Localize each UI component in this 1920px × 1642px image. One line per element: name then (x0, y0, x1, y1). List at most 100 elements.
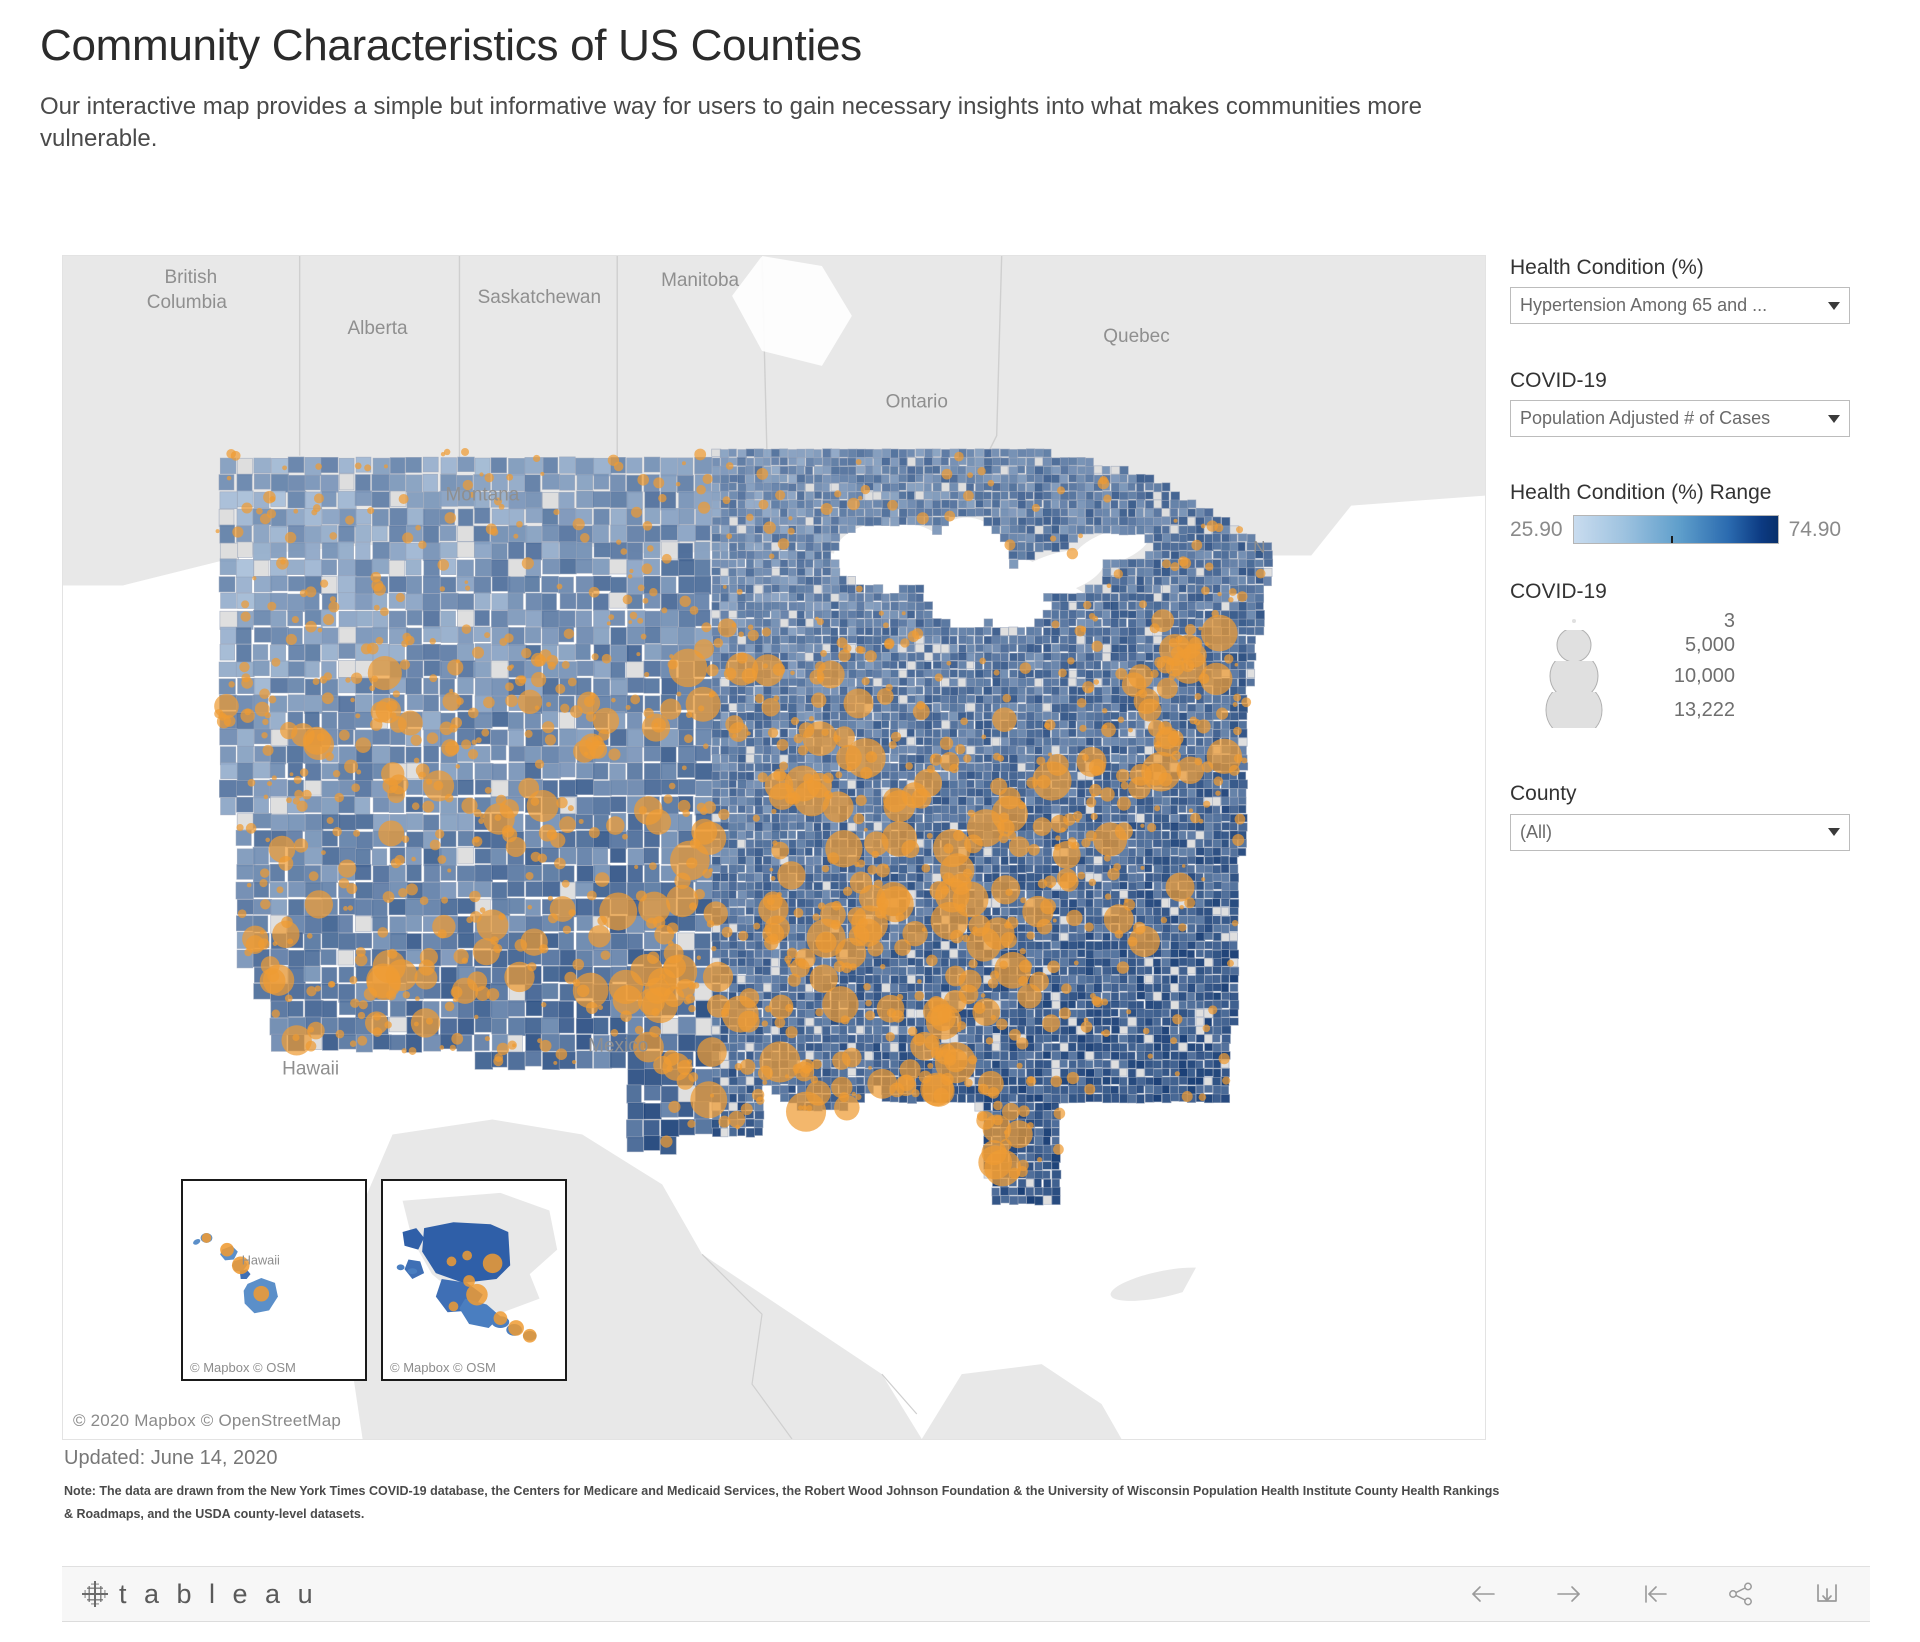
county-polygon[interactable] (915, 584, 925, 593)
county-polygon[interactable] (508, 745, 526, 762)
county-polygon[interactable] (287, 694, 305, 712)
county-polygon[interactable] (1221, 949, 1230, 958)
county-polygon[interactable] (805, 1009, 815, 1020)
county-polygon[interactable] (355, 694, 373, 714)
county-polygon[interactable] (983, 788, 992, 798)
county-polygon[interactable] (1186, 1000, 1196, 1010)
county-polygon[interactable] (1153, 983, 1162, 993)
county-polygon[interactable] (915, 949, 924, 958)
county-polygon[interactable] (1136, 516, 1146, 527)
county-polygon[interactable] (558, 1017, 575, 1034)
county-polygon[interactable] (1068, 966, 1079, 976)
county-polygon[interactable] (1144, 609, 1154, 620)
county-polygon[interactable] (389, 474, 406, 493)
county-polygon[interactable] (975, 499, 985, 508)
county-polygon[interactable] (872, 635, 882, 645)
county-polygon[interactable] (949, 678, 958, 687)
county-polygon[interactable] (1043, 525, 1052, 536)
county-polygon[interactable] (491, 1018, 507, 1035)
county-polygon[interactable] (779, 695, 789, 704)
county-polygon[interactable] (1246, 575, 1256, 585)
county-polygon[interactable] (1153, 915, 1163, 925)
county-polygon[interactable] (906, 601, 916, 611)
county-polygon[interactable] (975, 644, 985, 653)
county-polygon[interactable] (287, 456, 305, 473)
county-polygon[interactable] (677, 745, 697, 765)
county-polygon[interactable] (1068, 686, 1078, 696)
county-polygon[interactable] (1144, 1017, 1154, 1027)
county-polygon[interactable] (1229, 711, 1239, 721)
county-polygon[interactable] (236, 848, 256, 867)
county-polygon[interactable] (1009, 516, 1018, 527)
county-polygon[interactable] (1026, 474, 1035, 483)
county-polygon[interactable] (474, 541, 493, 559)
county-polygon[interactable] (923, 855, 934, 864)
county-polygon[interactable] (1110, 677, 1120, 687)
county-polygon[interactable] (728, 839, 738, 849)
county-polygon[interactable] (813, 1025, 822, 1035)
county-polygon[interactable] (889, 660, 898, 670)
county-polygon[interactable] (999, 627, 1009, 636)
county-polygon[interactable] (1204, 881, 1214, 891)
county-polygon[interactable] (728, 635, 738, 646)
county-polygon[interactable] (337, 491, 357, 509)
county-polygon[interactable] (1000, 525, 1010, 535)
county-polygon[interactable] (872, 1025, 883, 1036)
county-polygon[interactable] (796, 500, 806, 509)
county-polygon[interactable] (1187, 855, 1197, 865)
county-polygon[interactable] (805, 898, 816, 908)
county-polygon[interactable] (932, 660, 943, 670)
county-polygon[interactable] (1237, 652, 1248, 662)
county-polygon[interactable] (474, 609, 490, 627)
county-polygon[interactable] (1008, 992, 1018, 1001)
county-polygon[interactable] (754, 821, 764, 832)
county-polygon[interactable] (1161, 1026, 1170, 1035)
county-polygon[interactable] (1101, 609, 1111, 620)
county-polygon[interactable] (695, 780, 713, 797)
county-polygon[interactable] (440, 864, 457, 881)
county-polygon[interactable] (1135, 737, 1146, 746)
county-polygon[interactable] (1110, 694, 1121, 704)
county-polygon[interactable] (1212, 915, 1221, 925)
county-polygon[interactable] (1119, 592, 1129, 602)
county-polygon[interactable] (354, 915, 372, 932)
county-polygon[interactable] (856, 448, 866, 458)
county-polygon[interactable] (889, 703, 900, 712)
county-polygon[interactable] (856, 635, 866, 646)
county-polygon[interactable] (1178, 507, 1188, 518)
county-polygon[interactable] (1085, 491, 1094, 501)
county-polygon[interactable] (593, 1017, 609, 1035)
county-polygon[interactable] (881, 652, 891, 662)
county-polygon[interactable] (389, 457, 406, 474)
county-polygon[interactable] (923, 457, 934, 466)
county-polygon[interactable] (474, 507, 491, 524)
county-polygon[interactable] (609, 796, 627, 813)
county-polygon[interactable] (1178, 601, 1188, 611)
county-polygon[interactable] (1025, 881, 1036, 892)
county-polygon[interactable] (1051, 678, 1060, 687)
county-polygon[interactable] (729, 796, 738, 806)
county-polygon[interactable] (1034, 957, 1043, 967)
county-polygon[interactable] (975, 779, 985, 789)
county-polygon[interactable] (1144, 746, 1153, 756)
county-polygon[interactable] (355, 932, 373, 949)
county-polygon[interactable] (924, 618, 934, 628)
county-polygon[interactable] (932, 805, 943, 814)
county-polygon[interactable] (1060, 516, 1069, 526)
county-polygon[interactable] (728, 864, 739, 875)
county-polygon[interactable] (1068, 712, 1078, 722)
county-polygon[interactable] (1212, 873, 1223, 882)
county-polygon[interactable] (796, 643, 807, 653)
county-polygon[interactable] (1212, 813, 1222, 823)
county-polygon[interactable] (711, 746, 720, 756)
county-polygon[interactable] (1077, 711, 1087, 722)
county-polygon[interactable] (626, 661, 645, 679)
county-polygon[interactable] (1195, 703, 1205, 713)
county-polygon[interactable] (898, 873, 907, 882)
county-polygon[interactable] (576, 762, 595, 779)
county-polygon[interactable] (507, 592, 524, 611)
county-polygon[interactable] (1178, 610, 1188, 619)
county-polygon[interactable] (1229, 796, 1239, 807)
county-polygon[interactable] (1212, 822, 1222, 832)
county-polygon[interactable] (405, 474, 423, 493)
